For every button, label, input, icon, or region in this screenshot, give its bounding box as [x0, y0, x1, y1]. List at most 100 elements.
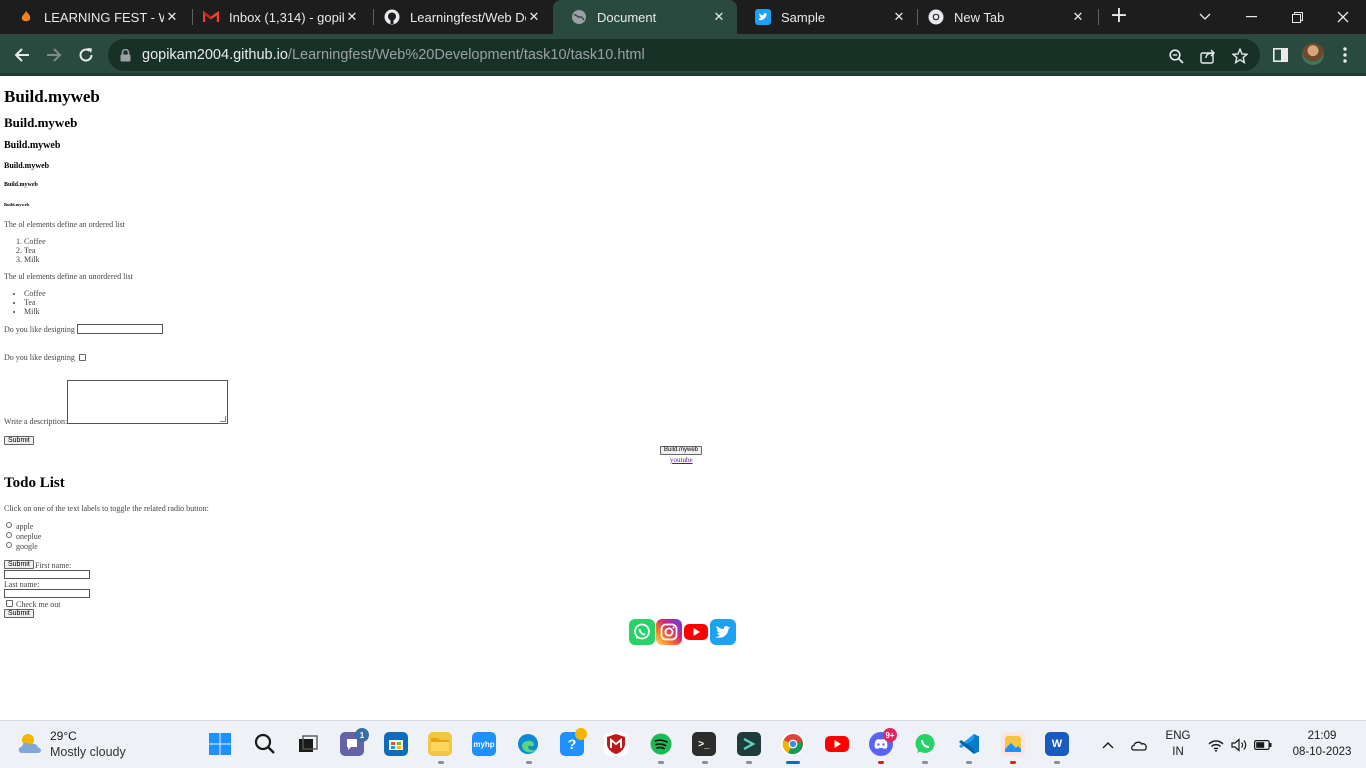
taskbar: 29°C Mostly cloudy 1 myhp ? >_ 9+ W ENG …	[0, 720, 1366, 768]
spotify-icon[interactable]	[649, 732, 673, 756]
tab-document[interactable]: Document ✕	[553, 0, 737, 34]
photos-icon[interactable]	[1001, 732, 1025, 756]
url-path: /Learningfest/Web%20Development/task10/t…	[287, 47, 645, 63]
myhp-icon[interactable]: myhp	[472, 732, 496, 756]
profile-avatar[interactable]	[1302, 43, 1324, 65]
radio-label-oneplue[interactable]: oneplue	[16, 532, 41, 541]
chevron-up-icon[interactable]	[1099, 736, 1117, 754]
whatsapp-icon[interactable]	[629, 619, 655, 645]
onedrive-cloud-icon[interactable]	[1130, 736, 1148, 754]
word-icon[interactable]: W	[1045, 732, 1069, 756]
windows-start-icon[interactable]	[208, 732, 232, 756]
radio-hint: Click on one of the text labels to toggl…	[4, 504, 209, 513]
language-indicator[interactable]: ENG	[1163, 730, 1193, 742]
last-name-input[interactable]	[4, 589, 90, 598]
youtube-icon[interactable]	[683, 619, 709, 645]
forward-arrow-icon	[47, 48, 62, 62]
forward-button[interactable]	[40, 41, 68, 69]
radio-google[interactable]	[6, 542, 12, 548]
heading-h4: Build.myweb	[4, 161, 50, 170]
task-view-icon[interactable]	[296, 732, 320, 756]
tab-github[interactable]: Learningfest/Web De ✕	[366, 0, 552, 34]
build-myweb-button[interactable]: Build.myweb	[660, 446, 703, 455]
chrome-icon	[928, 9, 944, 25]
youtube-link[interactable]: youtube	[670, 456, 693, 464]
radio-label-apple[interactable]: apple	[16, 522, 33, 531]
url-host: gopikam2004.github.io	[142, 47, 288, 63]
weather-cloud-icon[interactable]	[16, 731, 44, 757]
clock-time[interactable]: 21:09	[1286, 730, 1358, 742]
restore-button[interactable]	[1274, 0, 1320, 34]
description-textarea[interactable]	[67, 380, 228, 424]
radio-apple[interactable]	[6, 522, 12, 528]
mcafee-icon[interactable]	[604, 732, 628, 756]
tab-divider	[1098, 9, 1099, 25]
instagram-icon[interactable]	[656, 619, 682, 645]
tab-gmail[interactable]: Inbox (1,314) - gopika ✕	[185, 0, 370, 34]
radio-submit-button[interactable]: Submit	[4, 560, 34, 569]
edge-icon[interactable]	[516, 732, 540, 756]
close-icon[interactable]: ✕	[1070, 9, 1086, 25]
whatsapp-taskbar-icon[interactable]	[913, 732, 937, 756]
designing-text-input[interactable]	[77, 324, 163, 334]
tab-new-tab[interactable]: New Tab ✕	[910, 0, 1096, 34]
weather-description[interactable]: Mostly cloudy	[50, 745, 126, 759]
ul-caption: The ul elements define an unordered list	[4, 272, 133, 281]
form-submit-button[interactable]: Submit	[4, 609, 34, 618]
tab-title: Inbox (1,314) - gopika	[229, 9, 344, 25]
ol-caption: The ol elements define an ordered list	[4, 220, 125, 229]
twitter-icon	[755, 9, 771, 25]
submit-button[interactable]: Submit	[4, 436, 34, 445]
lock-icon[interactable]	[120, 48, 134, 62]
back-arrow-icon	[14, 48, 29, 62]
tab-learning-fest[interactable]: LEARNING FEST - WE ✕	[0, 0, 190, 34]
share-icon[interactable]	[1199, 47, 1217, 65]
list-item: Tea	[24, 246, 46, 255]
address-bar[interactable]: gopikam2004.github.io/Learningfest/Web%2…	[108, 39, 1260, 71]
running-indicator	[438, 761, 444, 764]
discord-notification-badge: 9+	[883, 728, 897, 742]
radio-oneplue[interactable]	[6, 532, 12, 538]
side-panel-icon[interactable]	[1270, 45, 1290, 65]
minimize-button[interactable]	[1228, 0, 1274, 34]
first-name-input[interactable]	[4, 570, 90, 579]
new-tab-button[interactable]: +	[1107, 5, 1131, 29]
close-icon[interactable]: ✕	[344, 9, 360, 25]
active-app-indicator	[786, 761, 800, 764]
twitter-icon[interactable]	[710, 619, 736, 645]
back-button[interactable]	[8, 41, 36, 69]
weather-temperature[interactable]: 29°C	[50, 729, 77, 743]
search-icon[interactable]	[253, 732, 277, 756]
check-me-out-checkbox[interactable]	[6, 600, 13, 607]
wifi-icon[interactable]	[1207, 736, 1225, 754]
menu-kebab-icon[interactable]	[1335, 45, 1355, 65]
reload-icon	[79, 48, 93, 62]
designing-checkbox[interactable]	[79, 354, 86, 361]
tab-search-button[interactable]	[1182, 0, 1228, 34]
battery-icon[interactable]	[1254, 736, 1272, 754]
reload-button[interactable]	[72, 41, 100, 69]
volume-icon[interactable]	[1230, 736, 1248, 754]
heading-h6: Build.myweb	[4, 202, 30, 207]
youtube-taskbar-icon[interactable]	[825, 732, 849, 756]
browser-toolbar: gopikam2004.github.io/Learningfest/Web%2…	[0, 34, 1366, 76]
close-icon[interactable]: ✕	[891, 9, 907, 25]
microsoft-store-icon[interactable]	[384, 732, 408, 756]
terminal-icon[interactable]: >_	[692, 732, 716, 756]
close-icon[interactable]: ✕	[526, 9, 542, 25]
zoom-icon[interactable]	[1167, 47, 1185, 65]
running-indicator	[702, 761, 708, 764]
radio-label-google[interactable]: google	[16, 542, 38, 551]
clock-date[interactable]: 08-10-2023	[1286, 746, 1358, 758]
bookmark-star-icon[interactable]	[1231, 47, 1249, 65]
tab-sample[interactable]: Sample ✕	[737, 0, 917, 34]
close-icon[interactable]: ✕	[164, 9, 180, 25]
vscode-icon[interactable]	[957, 732, 981, 756]
chrome-taskbar-icon[interactable]	[781, 732, 805, 756]
tab-title: Document	[597, 9, 657, 25]
file-explorer-icon[interactable]	[428, 732, 452, 756]
close-icon[interactable]: ✕	[711, 9, 727, 25]
language-region[interactable]: IN	[1163, 746, 1193, 758]
close-window-button[interactable]	[1320, 0, 1366, 34]
pycharm-icon[interactable]	[737, 732, 761, 756]
